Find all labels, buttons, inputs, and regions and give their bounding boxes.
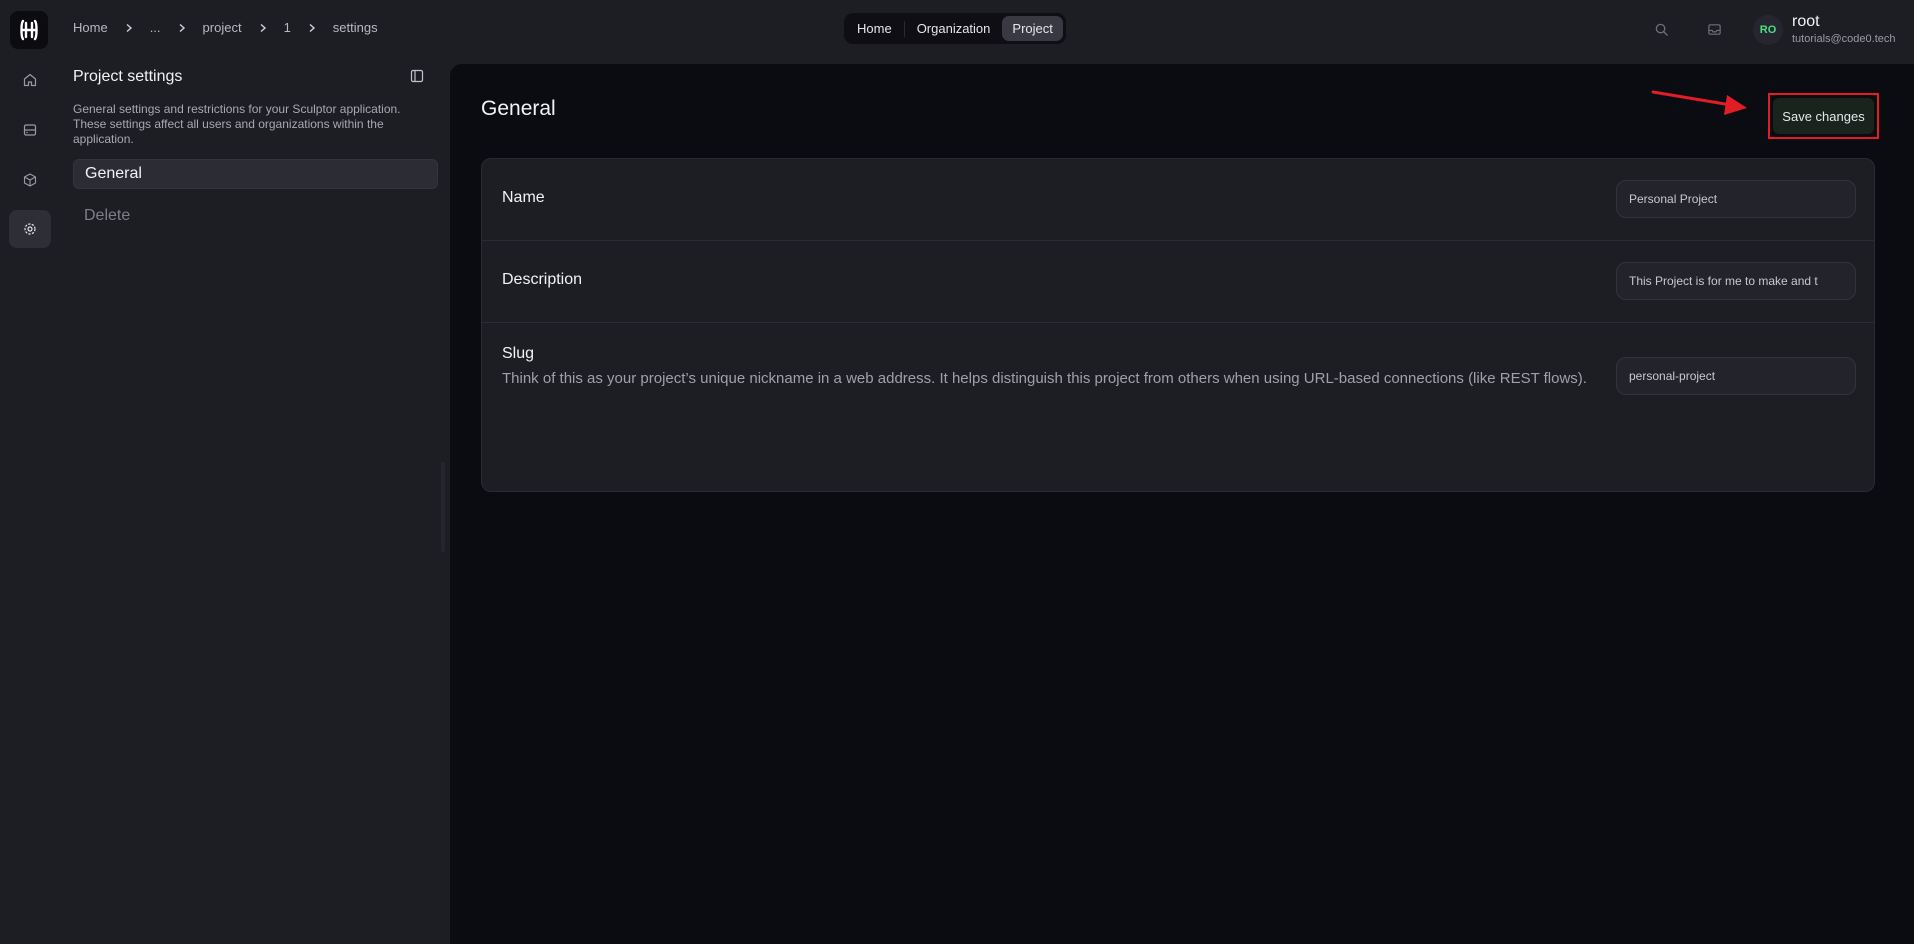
description-label: Description: [502, 271, 583, 288]
cube-icon: [23, 173, 37, 187]
chevron-right-icon: [122, 21, 136, 35]
sidebar-toggle-icon: [410, 69, 424, 83]
settings-card: Name Personal Project Description This P…: [481, 158, 1875, 492]
breadcrumb-ellipsis[interactable]: ...: [150, 20, 161, 35]
slug-help-text: Think of this as your project’s unique n…: [502, 370, 1587, 387]
page-title: General: [481, 97, 556, 120]
avatar[interactable]: RO: [1753, 15, 1783, 45]
sidebar-item-delete[interactable]: Delete: [73, 201, 438, 231]
setting-row-description: Description This Project is for me to ma…: [482, 241, 1874, 323]
slug-input[interactable]: personal-project: [1616, 357, 1856, 395]
description-input[interactable]: This Project is for me to make and t: [1616, 262, 1856, 300]
scope-switcher: Home Organization Project: [844, 13, 1066, 44]
rail-home-button[interactable]: [9, 61, 51, 99]
breadcrumb-home[interactable]: Home: [73, 20, 108, 35]
scope-divider: [903, 20, 905, 37]
sidebar-item-general[interactable]: General: [73, 159, 438, 189]
settings-sidebar-description: General settings and restrictions for yo…: [73, 102, 401, 146]
breadcrumb-settings: settings: [332, 20, 378, 35]
save-changes-button[interactable]: Save changes: [1773, 98, 1874, 134]
rail-cube-button[interactable]: [9, 161, 51, 199]
app-logo[interactable]: [10, 11, 48, 49]
slug-label: Slug: [502, 345, 535, 362]
name-label: Name: [502, 189, 545, 206]
breadcrumb: Home ... project 1 settings: [73, 20, 378, 35]
scope-tab-home[interactable]: Home: [847, 16, 902, 41]
search-icon: [1655, 23, 1668, 36]
settings-sidebar-title: Project settings: [73, 68, 183, 85]
search-button[interactable]: [1651, 19, 1671, 39]
user-name: root: [1792, 13, 1820, 30]
chevron-right-icon: [305, 21, 319, 35]
gear-icon: [24, 223, 36, 235]
chevron-right-icon: [256, 21, 270, 35]
inbox-button[interactable]: [1704, 19, 1724, 39]
user-email: tutorials@code0.tech: [1792, 33, 1896, 45]
setting-row-slug: Slug Think of this as your project’s uni…: [482, 323, 1874, 491]
logo-icon: [20, 19, 38, 41]
inbox-icon: [1707, 23, 1721, 35]
main-panel: General Save changes Name Personal Proje…: [450, 64, 1914, 944]
sidebar-collapse-button[interactable]: [409, 68, 425, 84]
annotation-arrow-icon: [1651, 90, 1747, 115]
app-root: Home ... project 1 settings Home Organiz…: [0, 0, 1914, 944]
home-icon: [23, 73, 37, 87]
setting-row-name: Name Personal Project: [482, 159, 1874, 241]
scope-tab-project[interactable]: Project: [1002, 16, 1063, 41]
breadcrumb-project[interactable]: project: [203, 20, 242, 35]
left-rail: [0, 0, 60, 944]
rail-server-button[interactable]: [9, 111, 51, 149]
scope-tab-organization[interactable]: Organization: [907, 16, 1001, 41]
chevron-right-icon: [175, 21, 189, 35]
server-icon: [23, 124, 37, 136]
rail-settings-button[interactable]: [9, 210, 51, 248]
name-input[interactable]: Personal Project: [1616, 180, 1856, 218]
breadcrumb-project-id[interactable]: 1: [284, 20, 291, 35]
resize-handle[interactable]: [441, 462, 445, 552]
